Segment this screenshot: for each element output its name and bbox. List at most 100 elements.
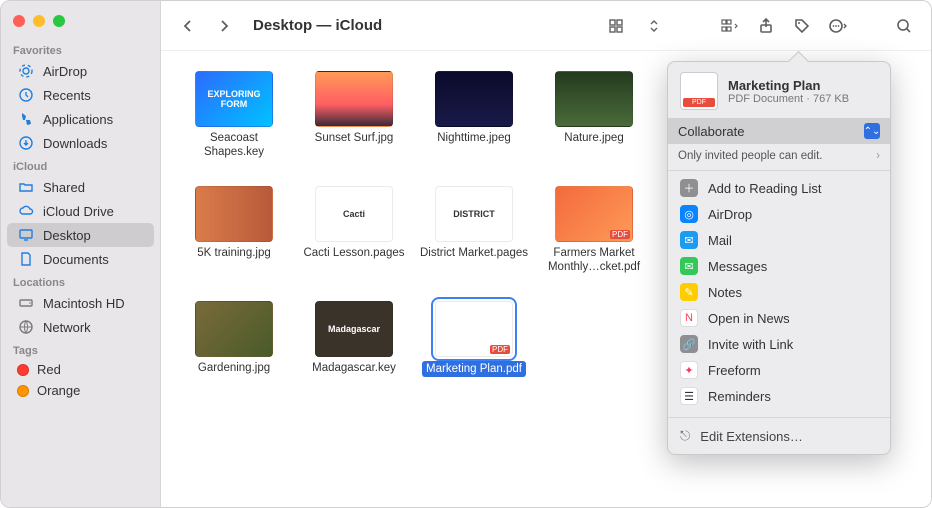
window-controls bbox=[1, 9, 160, 39]
file-item[interactable]: 5K training.jpg bbox=[179, 186, 289, 275]
share-app-reading-list[interactable]: ＋Add to Reading List bbox=[668, 175, 890, 201]
file-thumbnail bbox=[555, 71, 633, 127]
airdrop-icon bbox=[17, 62, 35, 80]
airdrop-icon: ◎ bbox=[680, 205, 698, 223]
file-thumbnail bbox=[435, 71, 513, 127]
freeform-icon: ✦ bbox=[680, 361, 698, 379]
share-mode-dropdown[interactable]: Collaborate ⌃⌄ bbox=[668, 118, 890, 144]
forward-button[interactable] bbox=[211, 13, 237, 39]
share-app-label: AirDrop bbox=[708, 207, 752, 222]
share-app-airdrop[interactable]: ◎ AirDrop bbox=[668, 201, 890, 227]
globe-icon bbox=[17, 318, 35, 336]
notes-icon: ✎ bbox=[680, 283, 698, 301]
share-app-label: Notes bbox=[708, 285, 742, 300]
sidebar-item-label: AirDrop bbox=[43, 64, 87, 79]
reminders-icon: ☰ bbox=[680, 387, 698, 405]
share-app-label: Messages bbox=[708, 259, 767, 274]
file-name: Farmers Market Monthly…cket.pdf bbox=[539, 246, 649, 275]
sidebar-section-favorites: Favorites bbox=[1, 39, 160, 59]
sidebar-item-shared[interactable]: Shared bbox=[7, 175, 154, 199]
minimize-window-button[interactable] bbox=[33, 15, 45, 27]
sidebar-item-desktop[interactable]: Desktop bbox=[7, 223, 154, 247]
document-icon bbox=[17, 250, 35, 268]
sidebar-item-label: Downloads bbox=[43, 136, 107, 151]
sidebar-item-label: Documents bbox=[43, 252, 109, 267]
file-name: Sunset Surf.jpg bbox=[315, 131, 394, 145]
sidebar-item-label: iCloud Drive bbox=[43, 204, 114, 219]
file-item[interactable]: EXPLORING FORMSeacoast Shapes.key bbox=[179, 71, 289, 160]
fullscreen-window-button[interactable] bbox=[53, 15, 65, 27]
file-item[interactable]: Nighttime.jpeg bbox=[419, 71, 529, 160]
sidebar-section-locations: Locations bbox=[1, 271, 160, 291]
more-actions-button[interactable] bbox=[825, 13, 851, 39]
sidebar-item-icloud-drive[interactable]: iCloud Drive bbox=[7, 199, 154, 223]
share-app-reminders[interactable]: ☰Reminders bbox=[668, 383, 890, 409]
group-by-button[interactable] bbox=[717, 13, 743, 39]
file-name: Gardening.jpg bbox=[198, 361, 270, 375]
window-title: Desktop — iCloud bbox=[253, 17, 382, 34]
close-window-button[interactable] bbox=[13, 15, 25, 27]
share-edit-extensions[interactable]: ⎋ Edit Extensions… bbox=[668, 422, 890, 454]
tags-button[interactable] bbox=[789, 13, 815, 39]
share-app-list: ＋Add to Reading List ◎ AirDrop ✉Mail ✉ Mes… bbox=[668, 171, 890, 413]
share-app-invite-link[interactable]: 🔗Invite with Link bbox=[668, 331, 890, 357]
share-app-label: Invite with Link bbox=[708, 337, 793, 352]
sidebar-item-label: Shared bbox=[43, 180, 85, 195]
file-item[interactable]: Sunset Surf.jpg bbox=[299, 71, 409, 160]
download-icon bbox=[17, 134, 35, 152]
file-item[interactable]: MadagascarMadagascar.key bbox=[299, 301, 409, 377]
sidebar-item-macintosh-hd[interactable]: Macintosh HD bbox=[7, 291, 154, 315]
file-name: Marketing Plan.pdf bbox=[422, 361, 526, 377]
sidebar-tag-orange[interactable]: Orange bbox=[7, 380, 154, 401]
back-button[interactable] bbox=[175, 13, 201, 39]
sidebar-item-documents[interactable]: Documents bbox=[7, 247, 154, 271]
file-thumbnail: DISTRICT bbox=[435, 186, 513, 242]
desktop-icon bbox=[17, 226, 35, 244]
share-app-messages[interactable]: ✉ Messages bbox=[668, 253, 890, 279]
sidebar: Favorites AirDrop Recents Applications D… bbox=[1, 1, 161, 507]
reading-list-icon: ＋ bbox=[680, 179, 698, 197]
sidebar-item-label: Desktop bbox=[43, 228, 91, 243]
sidebar-item-applications[interactable]: Applications bbox=[7, 107, 154, 131]
file-name: District Market.pages bbox=[420, 246, 528, 260]
separator bbox=[668, 417, 890, 418]
sidebar-item-label: Applications bbox=[43, 112, 113, 127]
share-app-mail[interactable]: ✉Mail bbox=[668, 227, 890, 253]
file-item[interactable]: PDFMarketing Plan.pdf bbox=[419, 301, 529, 377]
sidebar-section-icloud: iCloud bbox=[1, 155, 160, 175]
share-app-label: Freeform bbox=[708, 363, 761, 378]
tag-dot-icon bbox=[17, 385, 29, 397]
share-edit-extensions-label: Edit Extensions… bbox=[700, 429, 803, 444]
view-icons-button[interactable] bbox=[605, 13, 631, 39]
file-name: Nighttime.jpeg bbox=[437, 131, 511, 145]
file-name: Madagascar.key bbox=[312, 361, 396, 375]
file-thumbnail: PDF bbox=[555, 186, 633, 242]
sidebar-item-airdrop[interactable]: AirDrop bbox=[7, 59, 154, 83]
share-app-news[interactable]: NOpen in News bbox=[668, 305, 890, 331]
sidebar-item-label: Network bbox=[43, 320, 91, 335]
share-button[interactable] bbox=[753, 13, 779, 39]
messages-icon: ✉ bbox=[680, 257, 698, 275]
file-thumbnail: EXPLORING FORM bbox=[195, 71, 273, 127]
sidebar-tag-red[interactable]: Red bbox=[7, 359, 154, 380]
sidebar-item-network[interactable]: Network bbox=[7, 315, 154, 339]
search-button[interactable] bbox=[891, 13, 917, 39]
share-app-freeform[interactable]: ✦ Freeform bbox=[668, 357, 890, 383]
file-item[interactable]: CactiCacti Lesson.pages bbox=[299, 186, 409, 275]
view-switcher-chevron-icon[interactable] bbox=[641, 13, 667, 39]
file-item[interactable]: Nature.jpeg bbox=[539, 71, 649, 160]
share-file-title: Marketing Plan bbox=[728, 78, 849, 93]
sidebar-item-downloads[interactable]: Downloads bbox=[7, 131, 154, 155]
file-name: 5K training.jpg bbox=[197, 246, 271, 260]
file-thumbnail: Cacti bbox=[315, 186, 393, 242]
file-item[interactable]: Gardening.jpg bbox=[179, 301, 289, 377]
sidebar-item-recents[interactable]: Recents bbox=[7, 83, 154, 107]
file-item[interactable]: DISTRICT District Market.pages bbox=[419, 186, 529, 275]
sidebar-item-label: Macintosh HD bbox=[43, 296, 125, 311]
cloud-icon bbox=[17, 202, 35, 220]
share-mode-label: Collaborate bbox=[678, 124, 745, 139]
file-item[interactable]: PDF Farmers Market Monthly…cket.pdf bbox=[539, 186, 649, 275]
share-app-notes[interactable]: ✎ Notes bbox=[668, 279, 890, 305]
share-permissions-row[interactable]: Only invited people can edit. › bbox=[668, 144, 890, 171]
mail-icon: ✉ bbox=[680, 231, 698, 249]
